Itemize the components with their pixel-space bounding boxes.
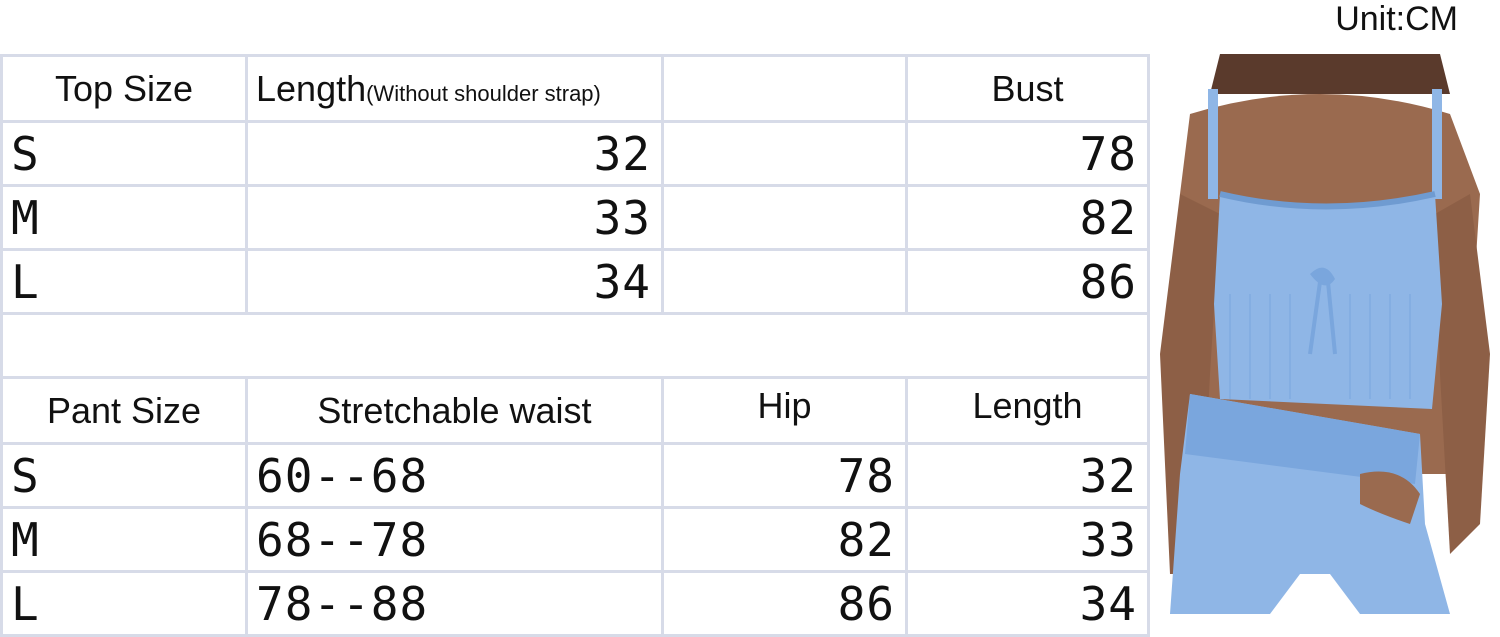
pant-length-cell: 34 — [905, 570, 1150, 637]
top-empty-header — [661, 54, 908, 123]
top-bust-header: Bust — [905, 54, 1150, 123]
pant-header-row: Pant Size Stretchable waist Hip Length — [0, 376, 1150, 445]
unit-label: Unit:CM — [1335, 0, 1458, 38]
top-size-cell: M — [0, 184, 248, 251]
pant-size-cell: L — [0, 570, 248, 637]
pant-hip-cell: 82 — [661, 506, 908, 573]
pant-row-l: L 78--88 86 34 — [0, 570, 1150, 637]
spacer-row — [0, 312, 1150, 379]
top-length-label: Length — [256, 67, 367, 109]
pant-hip-cell: 78 — [661, 442, 908, 509]
pant-length-header: Length — [905, 376, 1150, 445]
top-bust-cell: 86 — [905, 248, 1150, 315]
top-row-l: L 34 86 — [0, 248, 1150, 315]
pant-row-m: M 68--78 82 33 — [0, 506, 1150, 573]
spacer-cell — [0, 312, 1150, 379]
pant-waist-cell: 60--68 — [245, 442, 664, 509]
top-size-cell: S — [0, 120, 248, 187]
pant-waist-cell: 78--88 — [245, 570, 664, 637]
size-table: Top Size Length(Without shoulder strap) … — [0, 54, 1150, 637]
top-row-s: S 32 78 — [0, 120, 1150, 187]
pant-waist-cell: 68--78 — [245, 506, 664, 573]
pant-size-cell: M — [0, 506, 248, 573]
pant-hip-header: Hip — [661, 376, 908, 445]
pant-size-cell: S — [0, 442, 248, 509]
model-photo — [1150, 54, 1500, 634]
top-length-cell: 32 — [245, 120, 664, 187]
top-size-cell: L — [0, 248, 248, 315]
top-row-m: M 33 82 — [0, 184, 1150, 251]
top-empty-cell — [661, 248, 908, 315]
top-bust-cell: 78 — [905, 120, 1150, 187]
top-length-cell: 34 — [245, 248, 664, 315]
top-length-cell: 33 — [245, 184, 664, 251]
pant-length-cell: 32 — [905, 442, 1150, 509]
top-empty-cell — [661, 184, 908, 251]
pant-hip-cell: 86 — [661, 570, 908, 637]
top-bust-cell: 82 — [905, 184, 1150, 251]
top-length-note: (Without shoulder strap) — [366, 80, 601, 106]
model-illustration — [1150, 54, 1500, 634]
top-header-row: Top Size Length(Without shoulder strap) … — [0, 54, 1150, 123]
pant-size-header: Pant Size — [0, 376, 248, 445]
pant-waist-header: Stretchable waist — [245, 376, 664, 445]
pant-length-cell: 33 — [905, 506, 1150, 573]
top-size-header: Top Size — [0, 54, 248, 123]
top-empty-cell — [661, 120, 908, 187]
top-length-header: Length(Without shoulder strap) — [245, 54, 664, 123]
size-chart: Top Size Length(Without shoulder strap) … — [0, 54, 1150, 637]
pant-row-s: S 60--68 78 32 — [0, 442, 1150, 509]
